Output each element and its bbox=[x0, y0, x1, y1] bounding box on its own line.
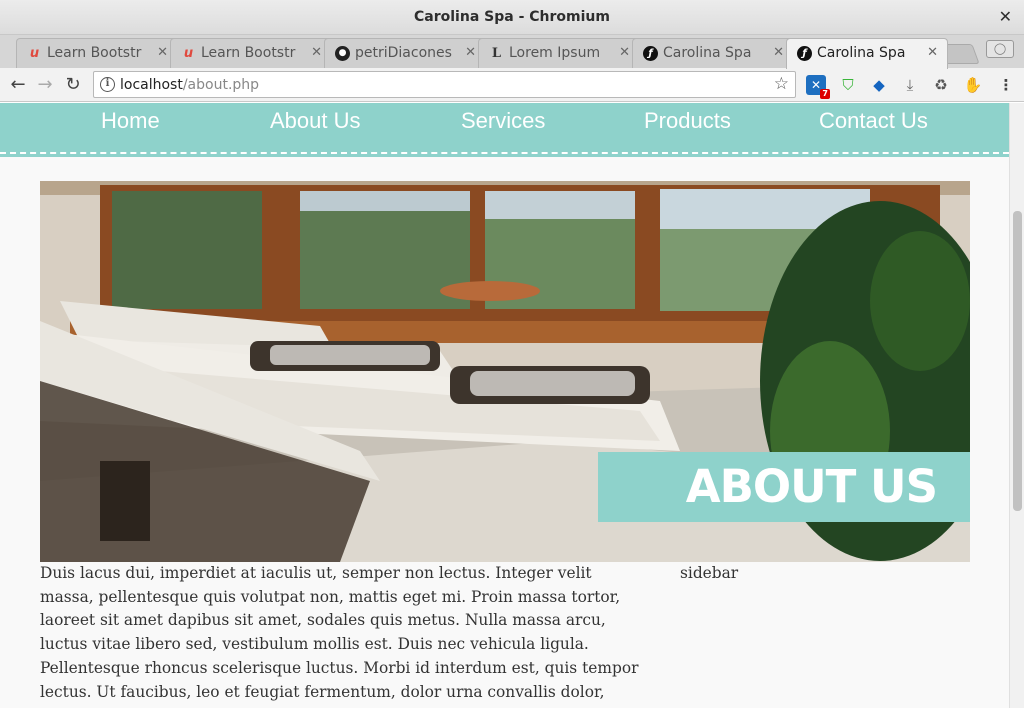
tab-label: Learn Bootstr bbox=[201, 45, 296, 61]
tab-close-icon[interactable]: ✕ bbox=[773, 39, 784, 67]
tab-label: Carolina Spa bbox=[817, 45, 906, 61]
hero-title: ABOUT US bbox=[685, 460, 938, 513]
hero-title-banner: ABOUT US bbox=[598, 452, 970, 522]
site-navbar: Home About Us Services Products Contact … bbox=[0, 103, 1009, 157]
window-titlebar: Carolina Spa - Chromium ✕ bbox=[0, 0, 1024, 35]
window-title: Carolina Spa - Chromium bbox=[414, 9, 610, 25]
hero-image: ABOUT US bbox=[40, 181, 970, 562]
menu-icon[interactable]: ⋮ bbox=[996, 75, 1016, 95]
reload-icon[interactable]: ↻ bbox=[62, 74, 84, 96]
tab-label: Carolina Spa bbox=[663, 45, 752, 61]
extension-icon[interactable]: ◆ bbox=[869, 75, 889, 95]
extension-icon[interactable]: ✕ 7 bbox=[806, 75, 830, 99]
scrollbar-thumb[interactable] bbox=[1013, 211, 1022, 511]
browser-tab-active[interactable]: ƒ Carolina Spa ✕ bbox=[786, 38, 948, 69]
page-viewport: Home About Us Services Products Contact … bbox=[0, 103, 1024, 708]
tab-label: Learn Bootstr bbox=[47, 45, 142, 61]
udemy-icon: u bbox=[183, 46, 194, 61]
profile-icon[interactable]: ◯ bbox=[986, 40, 1014, 58]
browser-tab[interactable]: ● petriDiacones ✕ bbox=[324, 38, 486, 68]
url-text[interactable]: localhost/about.php bbox=[120, 77, 259, 93]
download-icon[interactable]: ⤓ bbox=[900, 75, 920, 95]
scrollbar[interactable] bbox=[1009, 103, 1024, 708]
tab-close-icon[interactable]: ✕ bbox=[927, 39, 938, 67]
extension-badge: 7 bbox=[820, 89, 830, 99]
tab-label: Lorem Ipsum bbox=[509, 45, 601, 61]
tab-close-icon[interactable]: ✕ bbox=[619, 39, 630, 67]
back-arrow-icon[interactable]: ← bbox=[7, 74, 29, 96]
github-icon: ● bbox=[335, 46, 350, 61]
shield-icon[interactable]: ⛉ bbox=[838, 75, 858, 95]
lipsum-icon: L bbox=[491, 46, 502, 61]
tab-strip: u Learn Bootstr ✕ u Learn Bootstr ✕ ● pe… bbox=[0, 35, 1024, 69]
symfony-icon: ƒ bbox=[643, 46, 658, 61]
nav-about-us[interactable]: About Us bbox=[270, 108, 361, 134]
tab-close-icon[interactable]: ✕ bbox=[157, 39, 168, 67]
info-icon[interactable]: i bbox=[100, 77, 115, 92]
symfony-icon: ƒ bbox=[797, 46, 812, 61]
navbar-dashed-border bbox=[0, 152, 1009, 154]
sidebar: sidebar bbox=[680, 564, 739, 582]
browser-toolbar: ← → ↻ i localhost/about.php ☆ ✕ 7 ⛉ ◆ ⤓ ♻… bbox=[0, 68, 1024, 102]
url-path: /about.php bbox=[182, 77, 260, 93]
bookmark-star-icon[interactable]: ☆ bbox=[774, 74, 789, 94]
url-host: localhost bbox=[120, 77, 183, 93]
tab-label: petriDiacones bbox=[355, 45, 452, 61]
browser-tab[interactable]: u Learn Bootstr ✕ bbox=[170, 38, 332, 68]
nav-services[interactable]: Services bbox=[461, 108, 545, 134]
browser-tab[interactable]: L Lorem Ipsum ✕ bbox=[478, 38, 640, 68]
browser-tab[interactable]: u Learn Bootstr ✕ bbox=[16, 38, 178, 68]
forward-arrow-icon[interactable]: → bbox=[34, 74, 56, 96]
tab-close-icon[interactable]: ✕ bbox=[311, 39, 322, 67]
tab-close-icon[interactable]: ✕ bbox=[465, 39, 476, 67]
body-text: Duis lacus dui, imperdiet at iaculis ut,… bbox=[40, 564, 639, 708]
nav-contact-us[interactable]: Contact Us bbox=[819, 108, 928, 134]
browser-tab[interactable]: ƒ Carolina Spa ✕ bbox=[632, 38, 794, 68]
nav-home[interactable]: Home bbox=[101, 108, 160, 134]
window-close-icon[interactable]: ✕ bbox=[999, 7, 1012, 26]
nav-products[interactable]: Products bbox=[644, 108, 731, 134]
address-bar[interactable]: i localhost/about.php ☆ bbox=[93, 71, 796, 98]
hand-icon[interactable]: ✋ bbox=[963, 75, 983, 95]
udemy-icon: u bbox=[29, 46, 40, 61]
recycle-icon[interactable]: ♻ bbox=[931, 75, 951, 95]
